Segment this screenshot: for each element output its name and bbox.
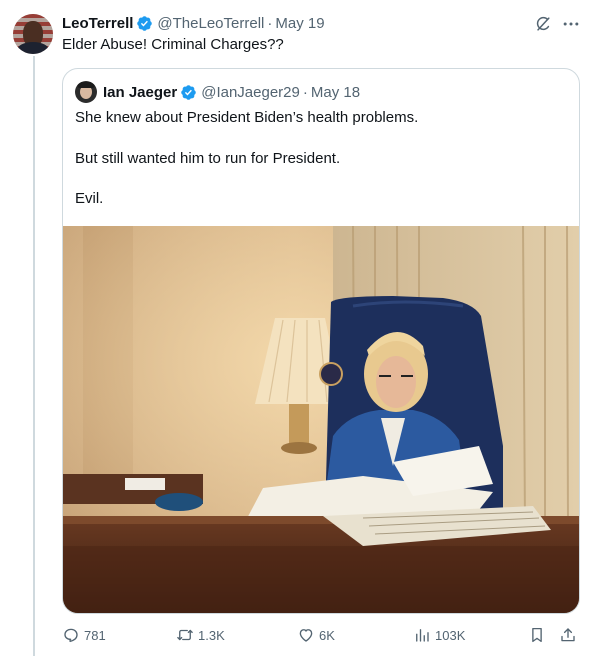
quoted-author-handle: @IanJaeger29 [201,83,300,101]
quoted-author-avatar [75,81,97,103]
verified-badge-icon [181,84,196,100]
quoted-tweet-photo[interactable] [63,226,579,613]
grok-icon[interactable] [533,14,553,34]
views-button[interactable]: 103K [413,624,465,646]
quoted-text-line-1: She knew about President Biden’s health … [75,109,419,126]
reply-count: 781 [84,627,106,643]
separator-dot: · [267,14,273,32]
separator-dot: · [302,83,308,101]
quoted-tweet-card[interactable]: Ian Jaeger @IanJaeger29 · May 18 She kne… [62,68,580,614]
view-count: 103K [435,627,466,643]
tweet-date[interactable]: May 19 [275,15,324,32]
reply-icon [64,628,78,643]
tweet-header: LeoTerrell @TheLeoTerrell · May 19 [62,13,325,33]
repost-count: 1.3K [198,627,225,643]
quoted-text-line-2: But still wanted him to run for Presiden… [75,150,341,167]
reply-button[interactable]: 781 [62,624,106,646]
more-icon[interactable] [561,14,581,34]
author-avatar[interactable] [13,14,53,54]
tweet-text: Elder Abuse! Criminal Charges?? [62,36,284,53]
verified-badge-icon [137,15,153,31]
thread-connector-line [33,56,35,656]
bookmark-icon [532,627,542,643]
share-button[interactable] [559,624,581,646]
photo-illustration [63,226,579,613]
like-count: 6K [319,627,335,643]
like-icon [299,629,313,642]
author-handle[interactable]: @TheLeoTerrell [157,15,264,32]
tweet-actions-bar: 781 1.3K 6K 103K [62,624,584,646]
share-icon [561,628,575,642]
quoted-tweet-header: Ian Jaeger @IanJaeger29 · May 18 [75,81,360,103]
author-name[interactable]: LeoTerrell [62,15,133,32]
views-icon [416,629,429,642]
quoted-author-name: Ian Jaeger [103,83,178,101]
bookmark-button[interactable] [528,624,550,646]
like-button[interactable]: 6K [297,624,335,646]
repost-icon [177,629,193,641]
repost-button[interactable]: 1.3K [176,624,225,646]
quoted-text-line-3: Evil. [75,190,104,207]
quoted-tweet-date: May 18 [310,83,361,101]
